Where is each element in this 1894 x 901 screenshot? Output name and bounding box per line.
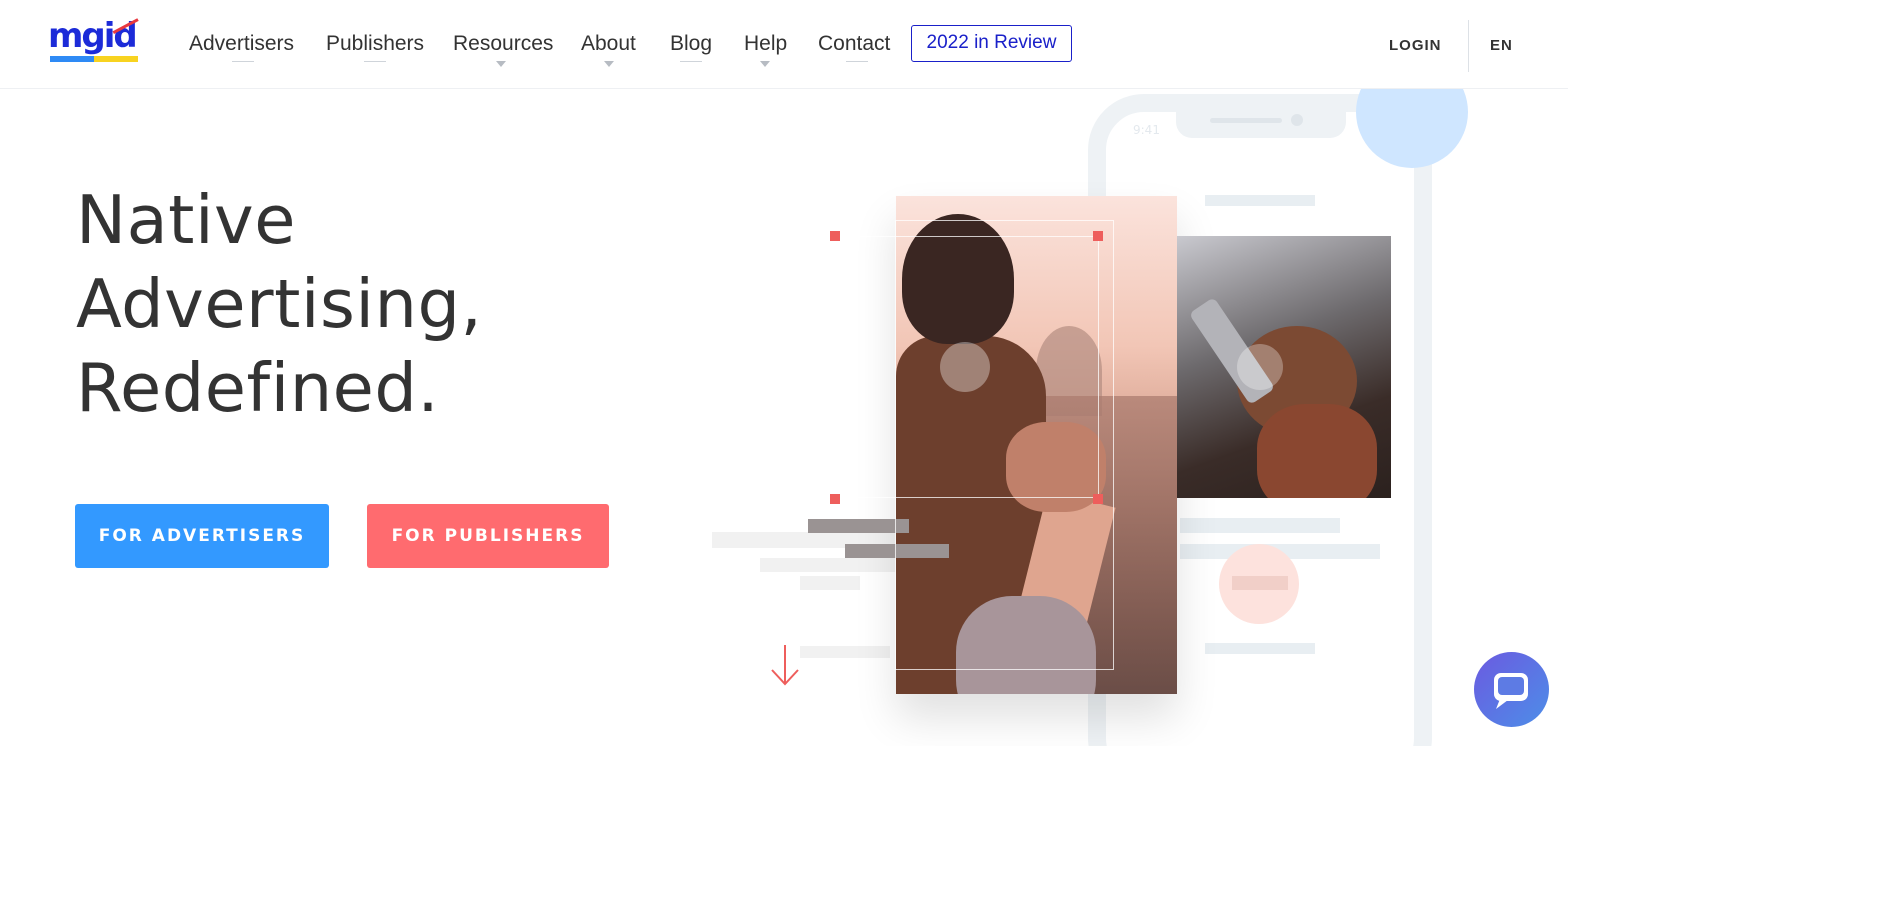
nav-advertisers-label: Advertisers — [189, 32, 295, 55]
nav-underline — [680, 61, 702, 62]
nav-contact-label: Contact — [818, 32, 891, 55]
nav-underline — [846, 61, 868, 62]
phone-speaker — [1210, 118, 1282, 123]
photo-pot — [1257, 404, 1377, 498]
nav-resources-label: Resources — [453, 32, 554, 55]
nav-about-label: About — [581, 32, 636, 55]
photo-overlay-circle — [1237, 344, 1283, 390]
arrow-down-icon[interactable] — [770, 643, 800, 687]
mgid-logo[interactable]: mgid — [48, 12, 142, 66]
nav-contact[interactable]: Contact — [818, 29, 891, 62]
headline-line: Native — [76, 181, 296, 259]
caret-down-icon — [496, 61, 506, 67]
headline-line: Redefined. — [76, 349, 440, 427]
frame-handle — [830, 231, 840, 241]
page: mgid Advertisers Publishers Resources Ab… — [0, 0, 1568, 746]
caret-down-icon — [760, 61, 770, 67]
site-header: mgid Advertisers Publishers Resources Ab… — [0, 0, 1568, 89]
nav-underline — [232, 61, 254, 62]
frame-handle — [1093, 494, 1103, 504]
for-publishers-button[interactable]: FOR PUBLISHERS — [367, 504, 609, 568]
nav-help-label: Help — [744, 32, 788, 55]
nav-blog[interactable]: Blog — [670, 29, 713, 62]
header-divider — [1468, 20, 1469, 72]
hero-headline: Native Advertising, Redefined. — [76, 178, 596, 430]
frame-handle — [1093, 231, 1103, 241]
placeholder-line — [1232, 576, 1288, 590]
ghost-bar — [800, 576, 860, 590]
placeholder-line — [1205, 195, 1315, 206]
nav-publishers-label: Publishers — [326, 32, 425, 55]
selection-frame — [835, 236, 1099, 498]
logo-bar-yellow — [94, 56, 138, 62]
nav-underline — [364, 61, 386, 62]
phone-status-time: 9:41 — [1133, 123, 1160, 137]
nav-blog-label: Blog — [670, 32, 713, 55]
nav-advertisers[interactable]: Advertisers — [189, 29, 295, 62]
language-selector[interactable]: EN — [1490, 36, 1513, 56]
chat-widget-button[interactable] — [1474, 652, 1549, 727]
hero-photo-phone-hands — [1177, 236, 1391, 498]
nav-about[interactable]: About — [581, 29, 636, 67]
placeholder-line — [1205, 643, 1315, 654]
phone-camera — [1291, 114, 1303, 126]
for-advertisers-button[interactable]: FOR ADVERTISERS — [75, 504, 329, 568]
caret-down-icon — [604, 61, 614, 67]
ghost-bar-dark — [808, 519, 909, 533]
nav-publishers[interactable]: Publishers — [326, 29, 425, 62]
logo-bar-blue — [50, 56, 94, 62]
nav-resources[interactable]: Resources — [453, 29, 554, 67]
ghost-bar — [800, 646, 890, 658]
chat-bubble-icon — [1494, 673, 1528, 709]
frame-handle — [830, 494, 840, 504]
nav-help[interactable]: Help — [744, 29, 788, 67]
login-link[interactable]: LOGIN — [1389, 36, 1442, 56]
year-in-review-button[interactable]: 2022 in Review — [911, 25, 1072, 62]
placeholder-line — [1180, 518, 1340, 533]
headline-line: Advertising, — [76, 265, 483, 343]
